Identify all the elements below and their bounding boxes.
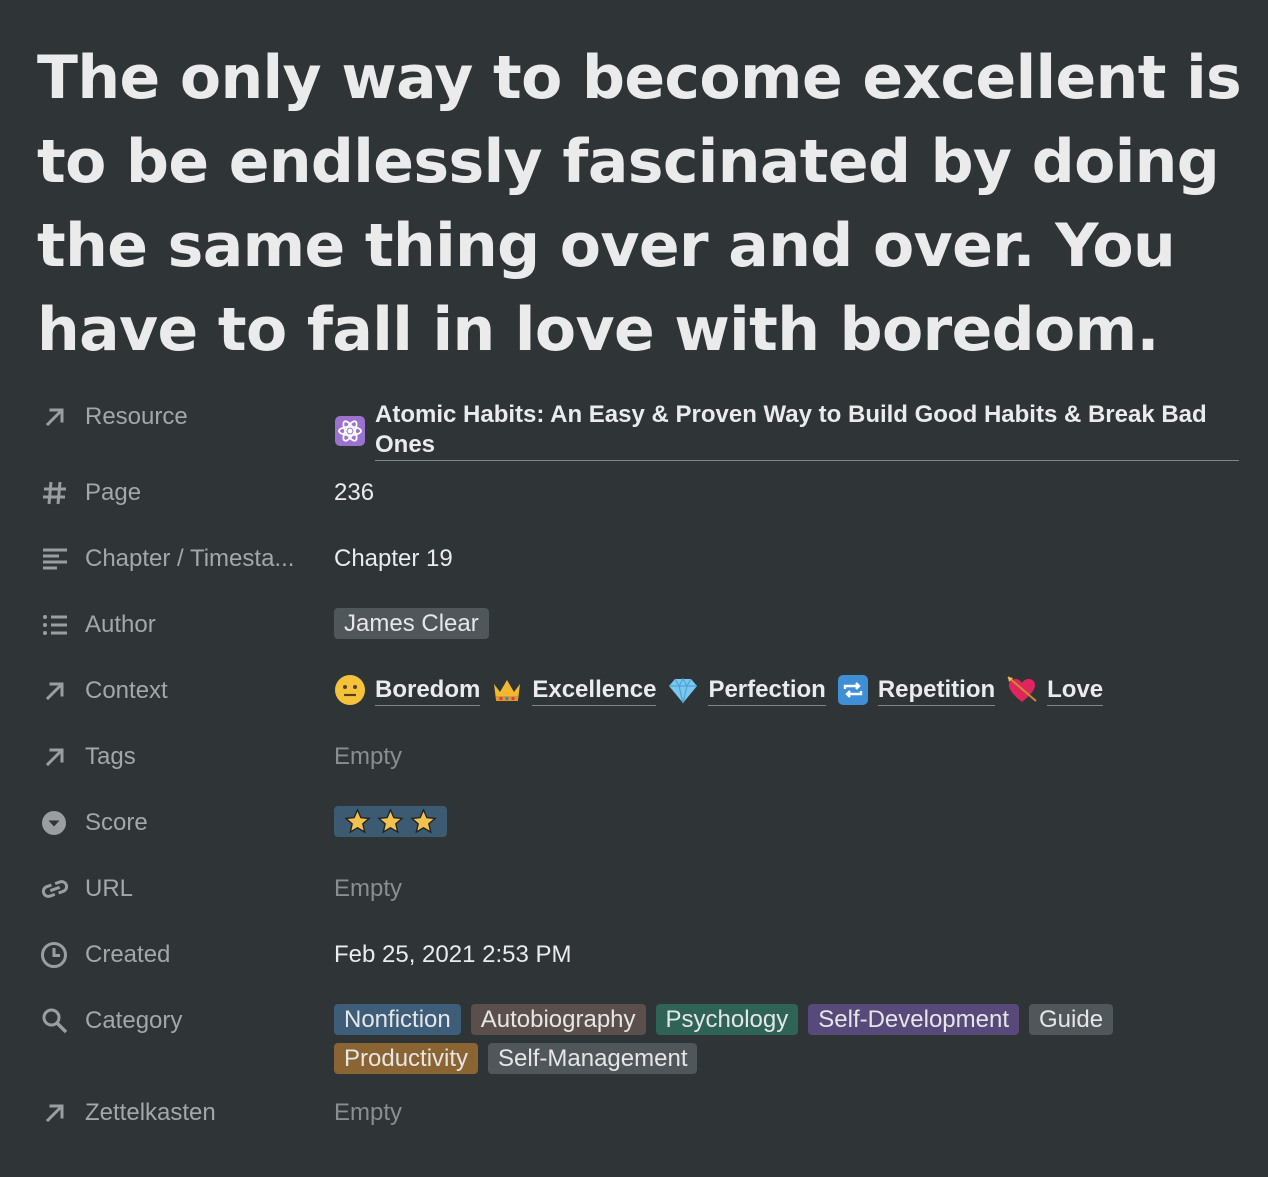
context-link-perfection[interactable]: Perfection (667, 674, 826, 706)
star-icon (410, 808, 437, 834)
chapter-text: Chapter 19 (334, 545, 453, 572)
atom-emoji-icon (334, 415, 366, 447)
page-title[interactable]: The only way to become excellent is to b… (37, 36, 1242, 372)
property-label-text: Score (85, 809, 148, 836)
clock-icon (40, 938, 74, 972)
category-tag[interactable]: Self-Management (488, 1043, 698, 1074)
property-label-text: Tags (85, 743, 136, 770)
context-link-love[interactable]: Love (1006, 674, 1104, 706)
empty-placeholder: Empty (334, 1099, 403, 1126)
property-label-text: Category (85, 1007, 183, 1034)
property-zettelkasten[interactable]: Zettelkasten Empty (40, 1081, 1250, 1147)
property-label-author[interactable]: Author (40, 608, 334, 642)
context-link-boredom[interactable]: Boredom (334, 674, 481, 706)
property-label-text: URL (85, 875, 134, 902)
property-chapter[interactable]: Chapter / Timesta... Chapter 19 (40, 527, 1250, 593)
property-value-url[interactable]: Empty (334, 872, 1250, 906)
property-label-text: Author (85, 611, 156, 638)
search-icon (40, 1004, 74, 1038)
property-label-text: Zettelkasten (85, 1099, 216, 1126)
context-link-text: Love (1047, 675, 1104, 706)
neutral-face-emoji-icon (334, 674, 366, 706)
property-category[interactable]: Category Nonfiction Autobiography Psycho… (40, 989, 1250, 1081)
property-value-chapter[interactable]: Chapter 19 (334, 542, 1250, 576)
repeat-emoji-icon (837, 674, 869, 706)
author-tag[interactable]: James Clear (334, 608, 489, 639)
property-value-category[interactable]: Nonfiction Autobiography Psychology Self… (334, 1004, 1250, 1074)
arrow-up-right-icon (40, 400, 74, 434)
property-resource[interactable]: Resource Atomic Habits: An Easy & Proven… (40, 385, 1250, 461)
arrow-up-right-icon (40, 674, 74, 708)
category-tag[interactable]: Guide (1029, 1004, 1114, 1035)
property-author[interactable]: Author James Clear (40, 593, 1250, 659)
property-label-category[interactable]: Category (40, 1004, 334, 1038)
property-value-score[interactable] (334, 806, 1250, 837)
category-tag[interactable]: Psychology (655, 1004, 799, 1035)
page: The only way to become excellent is to b… (0, 0, 1268, 1177)
list-icon (40, 608, 74, 642)
score-stars-tag[interactable] (334, 806, 447, 837)
category-tag[interactable]: Nonfiction (334, 1004, 461, 1035)
property-label-text: Chapter / Timesta... (85, 545, 295, 572)
property-label-text: Created (85, 941, 171, 968)
property-value-author[interactable]: James Clear (334, 608, 1250, 639)
text-lines-icon (40, 542, 74, 576)
select-icon (40, 806, 74, 840)
empty-placeholder: Empty (334, 743, 403, 770)
resource-link[interactable]: Atomic Habits: An Easy & Proven Way to B… (334, 400, 1239, 461)
property-page[interactable]: Page 236 (40, 461, 1250, 527)
property-label-url[interactable]: URL (40, 872, 334, 906)
property-context[interactable]: Context Boredom Excellence Perfection Re… (40, 659, 1250, 725)
property-label-resource[interactable]: Resource (40, 400, 334, 434)
property-value-created[interactable]: Feb 25, 2021 2:53 PM (334, 938, 1250, 972)
star-icon (377, 808, 404, 834)
property-label-score[interactable]: Score (40, 806, 334, 840)
gem-emoji-icon (667, 674, 699, 706)
created-timestamp: Feb 25, 2021 2:53 PM (334, 941, 572, 968)
property-label-context[interactable]: Context (40, 674, 334, 708)
page-number: 236 (334, 479, 375, 506)
property-value-zettelkasten[interactable]: Empty (334, 1096, 1250, 1130)
context-link-text: Excellence (532, 675, 657, 706)
arrow-up-right-icon (40, 1096, 74, 1130)
property-tags[interactable]: Tags Empty (40, 725, 1250, 791)
category-tag[interactable]: Productivity (334, 1043, 479, 1074)
context-link-excellence[interactable]: Excellence (491, 674, 657, 706)
context-link-text: Boredom (375, 675, 481, 706)
property-label-tags[interactable]: Tags (40, 740, 334, 774)
property-value-page[interactable]: 236 (334, 476, 1250, 510)
property-label-text: Page (85, 479, 142, 506)
context-link-repetition[interactable]: Repetition (837, 674, 996, 706)
link-icon (40, 872, 74, 906)
resource-link-text: Atomic Habits: An Easy & Proven Way to B… (375, 400, 1239, 461)
property-label-text: Context (85, 677, 168, 704)
context-link-text: Perfection (708, 675, 826, 706)
category-tag[interactable]: Autobiography (470, 1004, 646, 1035)
hash-icon (40, 476, 74, 510)
heart-arrow-emoji-icon (1006, 674, 1038, 706)
property-value-resource[interactable]: Atomic Habits: An Easy & Proven Way to B… (334, 400, 1250, 461)
star-icon (344, 808, 371, 834)
crown-emoji-icon (491, 674, 523, 706)
context-link-text: Repetition (877, 675, 996, 706)
category-tag[interactable]: Self-Development (808, 1004, 1020, 1035)
property-url[interactable]: URL Empty (40, 857, 1250, 923)
property-score[interactable]: Score (40, 791, 1250, 857)
property-label-zettelkasten[interactable]: Zettelkasten (40, 1096, 334, 1130)
property-label-page[interactable]: Page (40, 476, 334, 510)
property-created[interactable]: Created Feb 25, 2021 2:53 PM (40, 923, 1250, 989)
property-value-tags[interactable]: Empty (334, 740, 1250, 774)
property-value-context[interactable]: Boredom Excellence Perfection Repetition… (334, 674, 1250, 706)
properties-panel: Resource Atomic Habits: An Easy & Proven… (40, 385, 1250, 1147)
property-label-text: Resource (85, 403, 188, 430)
empty-placeholder: Empty (334, 875, 403, 902)
arrow-up-right-icon (40, 740, 74, 774)
property-label-chapter[interactable]: Chapter / Timesta... (40, 542, 334, 576)
property-label-created[interactable]: Created (40, 938, 334, 972)
